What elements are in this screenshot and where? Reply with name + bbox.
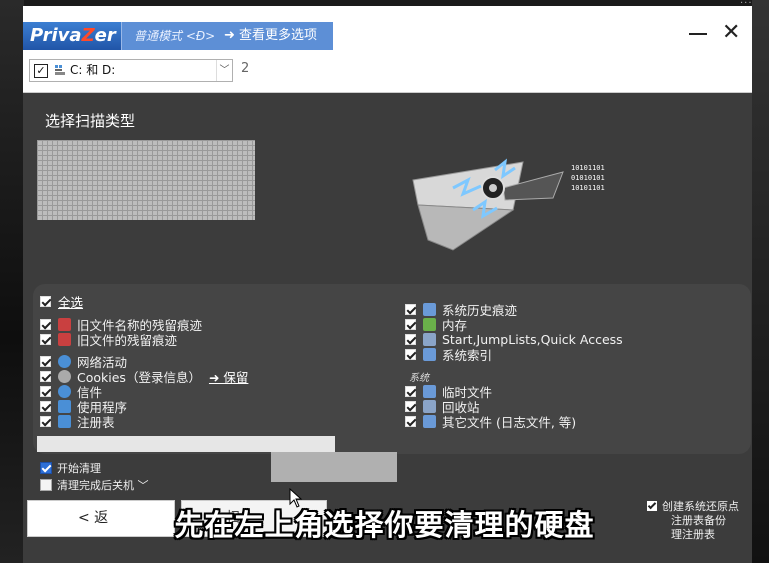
mode-bar: 普通模式 <Ð> ➜ 查看更多选项: [121, 22, 333, 50]
system-group-label: 系统: [409, 373, 429, 384]
svg-text:10101101: 10101101: [571, 164, 605, 172]
start-cleaning-checkbox[interactable]: [40, 462, 52, 474]
recycle-bin-icon: [423, 400, 436, 413]
main-content: 选择扫描类型 10101101 01010101 10101101 全选 旧文件…: [23, 94, 752, 563]
chevron-down-icon[interactable]: ﹀: [216, 60, 232, 81]
option-cookies[interactable]: Cookies（登录信息） ➜ 保留: [40, 367, 248, 386]
title-bar: PrivaZer 普通模式 <Ð> ➜ 查看更多选项 ✕: [23, 6, 752, 51]
desktop-background-left: [0, 0, 24, 563]
checkbox[interactable]: [405, 319, 416, 330]
history-icon: [423, 303, 436, 316]
start-menu-icon: [423, 333, 436, 346]
drive-checkbox[interactable]: ✓: [34, 64, 48, 78]
checkbox[interactable]: [405, 349, 416, 360]
start-cleaning-label: 开始清理: [57, 462, 101, 475]
drive-select[interactable]: ✓ C: 和 D: ﹀: [29, 59, 233, 82]
select-all-label[interactable]: 全选: [58, 292, 83, 311]
checkbox[interactable]: [40, 416, 51, 427]
checkbox[interactable]: [40, 401, 51, 412]
drive-icon: [55, 65, 65, 75]
checkbox[interactable]: [40, 356, 51, 367]
progress-overlay: [271, 452, 397, 482]
drive-bar: ✓ C: 和 D: ﹀ 2: [23, 51, 752, 93]
shutdown-checkbox[interactable]: [40, 479, 52, 491]
mail-icon: [58, 385, 71, 398]
option-registry[interactable]: 注册表: [40, 414, 115, 430]
temp-file-icon: [423, 385, 436, 398]
select-all-checkbox[interactable]: [40, 296, 51, 307]
desktop-background-right: [752, 0, 769, 563]
svg-text:10101101: 10101101: [571, 184, 605, 192]
registry-icon: [58, 415, 71, 428]
video-subtitle: 先在左上角选择你要清理的硬盘: [174, 508, 595, 542]
globe-icon: [58, 355, 71, 368]
option-other-files[interactable]: 其它文件 (日志文件, 等): [405, 414, 576, 430]
checkbox[interactable]: [405, 416, 416, 427]
option-memory[interactable]: 内存: [405, 317, 467, 333]
minimize-icon[interactable]: [689, 33, 707, 35]
program-icon: [58, 400, 71, 413]
index-icon: [423, 348, 436, 361]
checkbox[interactable]: [40, 386, 51, 397]
drive-select-value: C: 和 D:: [70, 63, 116, 77]
disk-map-preview: [37, 140, 255, 220]
shutdown-label[interactable]: 清理完成后关机 ﹀: [57, 477, 149, 493]
other-files-icon: [423, 415, 436, 428]
file-names-icon: [58, 318, 71, 331]
checkbox[interactable]: [405, 386, 416, 397]
checkbox[interactable]: [40, 319, 51, 330]
more-options-link[interactable]: ➜ 查看更多选项: [224, 22, 317, 50]
checkbox[interactable]: [405, 401, 416, 412]
privazer-logo: PrivaZer: [23, 22, 121, 50]
file-traces-icon: [58, 333, 71, 346]
cookie-icon: [58, 370, 71, 383]
option-system-index[interactable]: 系统索引: [405, 347, 492, 363]
drive-count: 2: [241, 61, 250, 76]
select-all-option[interactable]: 全选: [40, 292, 83, 311]
option-start-jumplists[interactable]: Start,JumpLists,Quick Access: [405, 332, 623, 347]
checkbox[interactable]: [405, 304, 416, 315]
privazer-window: PrivaZer 普通模式 <Ð> ➜ 查看更多选项 ✕ ✓ C: 和 D: ﹀…: [23, 6, 752, 563]
cookies-keep-link[interactable]: ➜ 保留: [209, 367, 248, 386]
checkbox[interactable]: [405, 334, 416, 345]
option-old-files[interactable]: 旧文件的残留痕迹: [40, 332, 177, 348]
checkbox[interactable]: [40, 334, 51, 345]
memory-icon: [423, 318, 436, 331]
checkbox[interactable]: [40, 371, 51, 382]
mode-label: 普通模式 <Ð>: [134, 29, 216, 43]
progress-bar: [37, 436, 335, 452]
section-title: 选择扫描类型: [45, 112, 136, 130]
svg-text:01010101: 01010101: [571, 174, 605, 182]
scanner-illustration: 10101101 01010101 10101101: [412, 158, 605, 251]
close-icon[interactable]: ✕: [722, 20, 740, 46]
